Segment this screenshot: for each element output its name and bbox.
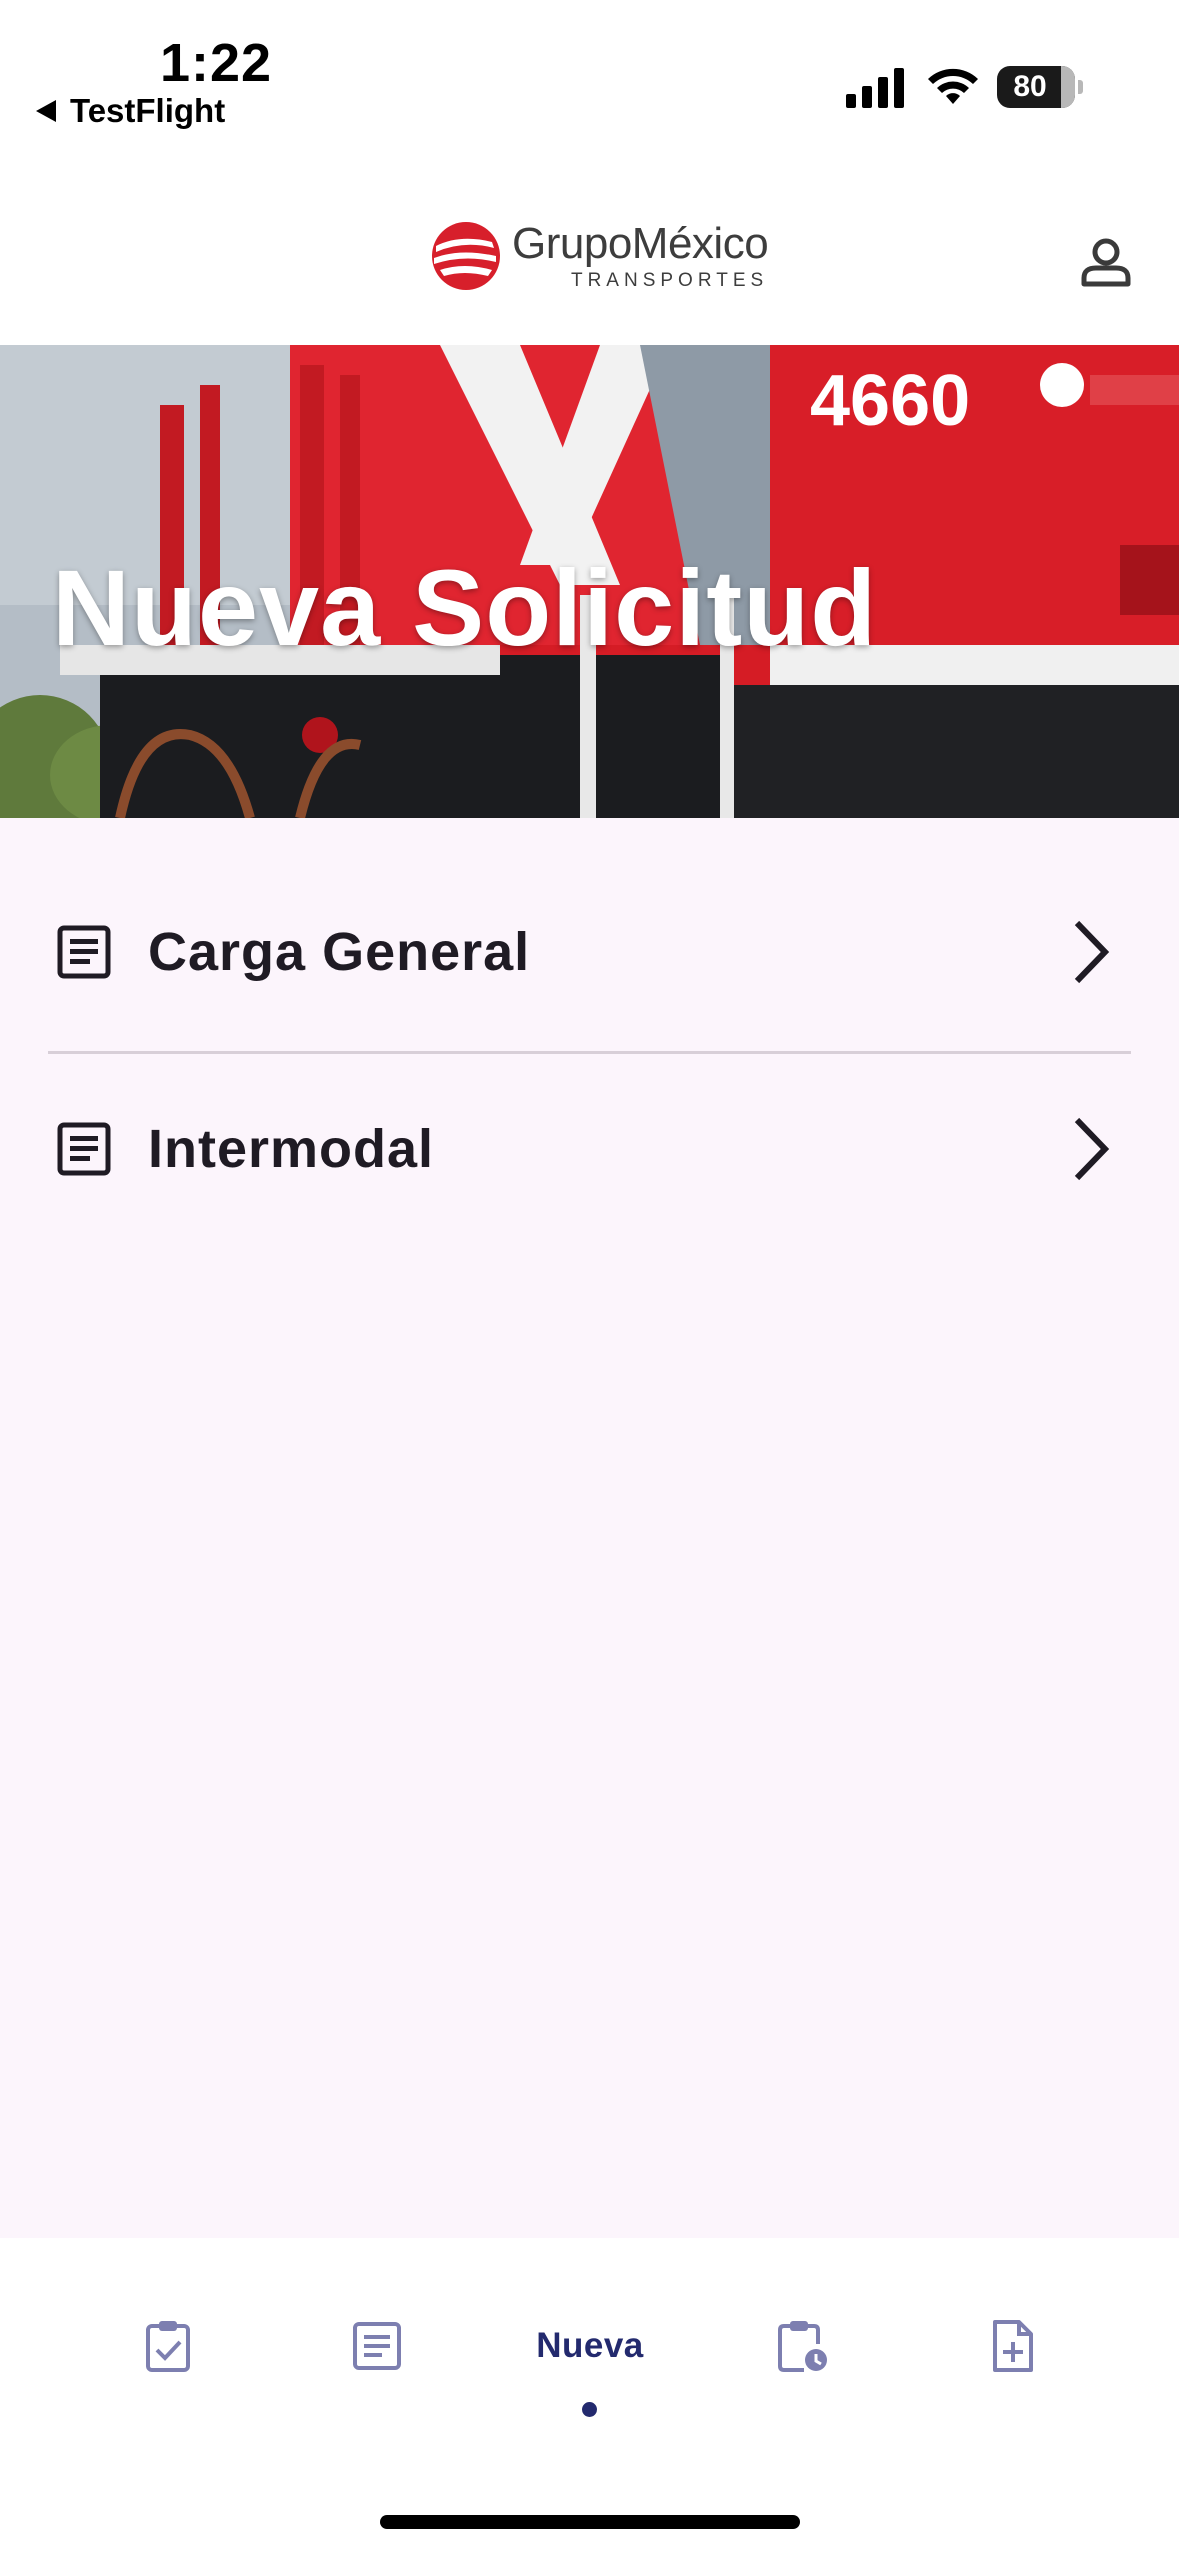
list-item-label: Carga General (148, 922, 531, 982)
wifi-icon (928, 68, 978, 104)
document-icon (57, 925, 111, 979)
list-item-intermodal[interactable]: Intermodal (48, 1051, 1131, 1247)
logo-name: GrupoMéxico (512, 219, 769, 268)
status-time: 1:22 (160, 33, 273, 93)
chevron-right-icon (1074, 920, 1110, 984)
active-tab-indicator (582, 2402, 597, 2417)
app-header: GrupoMéxico TRANSPORTES (0, 150, 1179, 345)
grupo-mexico-logo: GrupoMéxico TRANSPORTES (430, 219, 769, 300)
page-title: Nueva Solicitud (52, 547, 878, 668)
status-bar: 1:22 TestFlight 80 (0, 0, 1179, 150)
list-item-label: Intermodal (148, 1119, 435, 1179)
hero-banner: 4660 Nueva Solicitud (0, 345, 1179, 818)
grupo-mexico-logo-mark (432, 222, 500, 290)
chevron-right-icon (1074, 1117, 1110, 1181)
document-list-icon (353, 2322, 401, 2370)
locomotive-number: 4660 (810, 361, 970, 441)
back-to-testflight-link[interactable]: TestFlight (36, 92, 225, 130)
battery-icon: 80 (997, 66, 1083, 108)
cellular-signal-icon (846, 68, 904, 108)
tab-approved-requests[interactable] (108, 2318, 228, 2418)
tab-pending-requests[interactable] (742, 2318, 862, 2418)
file-add-icon (993, 2320, 1033, 2372)
screen: 1:22 TestFlight 80 GrupoMéxico TRANSPORT… (0, 0, 1179, 2556)
request-type-list: Carga General Intermodal (0, 818, 1179, 2238)
tab-new-document[interactable] (953, 2318, 1073, 2418)
battery-percent: 80 (1013, 70, 1047, 103)
logo-subtitle: TRANSPORTES (570, 270, 769, 291)
document-icon (57, 1122, 111, 1176)
home-indicator[interactable] (380, 2515, 800, 2529)
clipboard-clock-icon (778, 2321, 827, 2372)
back-arrow-icon (36, 100, 56, 122)
back-app-label: TestFlight (70, 92, 226, 129)
tab-nueva[interactable]: Nueva (505, 2326, 675, 2366)
tab-requests-list[interactable] (317, 2318, 437, 2418)
bottom-navigation: Nueva (0, 2238, 1179, 2556)
clipboard-check-icon (146, 2321, 190, 2372)
list-item-carga-general[interactable]: Carga General (48, 854, 1131, 1050)
user-profile-icon[interactable] (1076, 232, 1136, 292)
